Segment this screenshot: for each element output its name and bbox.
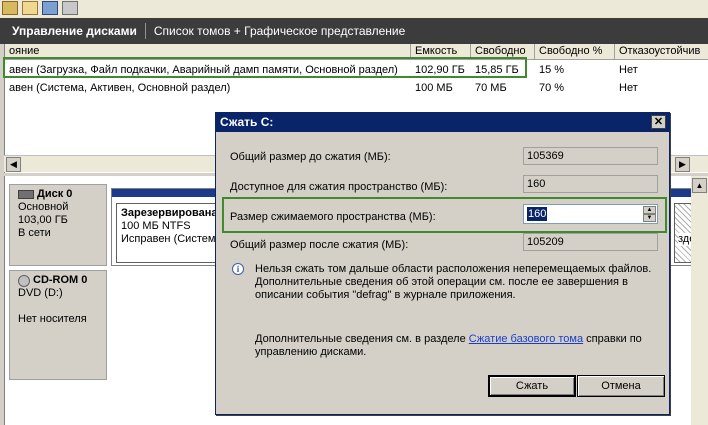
disk-name: Диск 0: [37, 188, 73, 200]
view-subtitle: Список томов + Графическое представление: [153, 24, 406, 38]
available-value: 160: [523, 175, 658, 193]
header-separator: [144, 23, 146, 39]
dialog-titlebar[interactable]: Сжать С: ✕: [216, 113, 669, 132]
more-info-text: Дополнительные сведения см. в разделе Сж…: [255, 333, 660, 359]
disk-type: Основной: [18, 201, 69, 213]
scroll-up-icon[interactable]: ▲: [692, 178, 707, 193]
cell-free-percent: 70 %: [539, 82, 565, 94]
cell-fault-tolerance: Нет: [619, 82, 638, 94]
disk-status: В сети: [18, 227, 51, 239]
cancel-button[interactable]: Отмена: [577, 375, 665, 397]
vertical-scrollbar[interactable]: ▲: [691, 176, 708, 425]
spin-up-icon[interactable]: ▲: [643, 206, 656, 214]
scroll-left-icon[interactable]: ◀: [6, 157, 21, 172]
cell-fault-tolerance: Нет: [619, 64, 638, 76]
cell-capacity: 100 МБ: [415, 82, 453, 94]
available-label: Доступное для сжатия пространство (МБ):: [230, 181, 448, 193]
spin-down-icon[interactable]: ▼: [643, 214, 656, 222]
shrink-button[interactable]: Сжать: [488, 375, 576, 397]
more-info-prefix: Дополнительные сведения см. в разделе: [255, 333, 469, 345]
cdrom-0-label[interactable]: CD-ROM 0 DVD (D:) Нет носителя: [9, 270, 107, 380]
close-icon[interactable]: ✕: [651, 115, 666, 129]
cell-free-percent: 15 %: [539, 64, 565, 76]
highlight-box: [3, 57, 527, 78]
shrink-dialog: Сжать С: ✕ Общий размер до сжатия (МБ): …: [215, 112, 670, 415]
disk-0-label[interactable]: Диск 0 Основной 103,00 ГБ В сети: [9, 184, 107, 266]
help-link[interactable]: Сжатие базового тома: [469, 333, 583, 345]
cdrom-name: CD-ROM 0: [33, 274, 88, 286]
view-header: Управление дисками Список томов + Графич…: [0, 18, 708, 44]
info-message: Нельзя сжать том дальше области располож…: [255, 263, 652, 301]
cdrom-name-row: CD-ROM 0: [18, 274, 106, 287]
shrink-size-label: Размер сжимаемого пространства (МБ):: [230, 211, 436, 223]
table-row[interactable]: авен (Система, Активен, Основной раздел)…: [5, 80, 708, 96]
toolbar: [0, 0, 708, 18]
column-free-percent[interactable]: Свободно %: [535, 44, 615, 60]
folder-icon[interactable]: [2, 1, 18, 15]
scroll-right-icon[interactable]: ▶: [675, 157, 690, 172]
total-before-value: 105369: [523, 147, 658, 165]
shrink-size-stepper[interactable]: 160 ▲ ▼: [523, 204, 658, 224]
view-title: Управление дисками: [12, 24, 137, 38]
cdrom-status: Нет носителя: [18, 313, 87, 325]
cell-free: 70 МБ: [475, 82, 507, 94]
cdrom-type: DVD (D:): [18, 287, 63, 299]
stepper-buttons: ▲ ▼: [643, 206, 656, 222]
disk-icon: [18, 190, 34, 199]
total-before-label: Общий размер до сжатия (МБ):: [230, 151, 391, 163]
tool-icon[interactable]: [62, 1, 78, 15]
total-after-value: 105209: [523, 233, 658, 251]
disk-0-name-row: Диск 0: [18, 188, 106, 201]
cdrom-icon: [18, 274, 30, 287]
cell-status: авен (Система, Активен, Основной раздел): [9, 82, 231, 94]
info-icon: i: [232, 263, 244, 275]
folder-open-icon[interactable]: [22, 1, 38, 15]
disk-size: 103,00 ГБ: [18, 214, 68, 226]
column-fault-tolerance[interactable]: Отказоустойчив: [615, 44, 708, 60]
shrink-size-input[interactable]: 160: [527, 207, 548, 221]
dialog-title: Сжать С:: [220, 115, 274, 129]
search-icon[interactable]: [42, 1, 58, 15]
cdrom-spacer: [18, 300, 106, 313]
total-after-label: Общий размер после сжатия (МБ):: [230, 239, 409, 251]
